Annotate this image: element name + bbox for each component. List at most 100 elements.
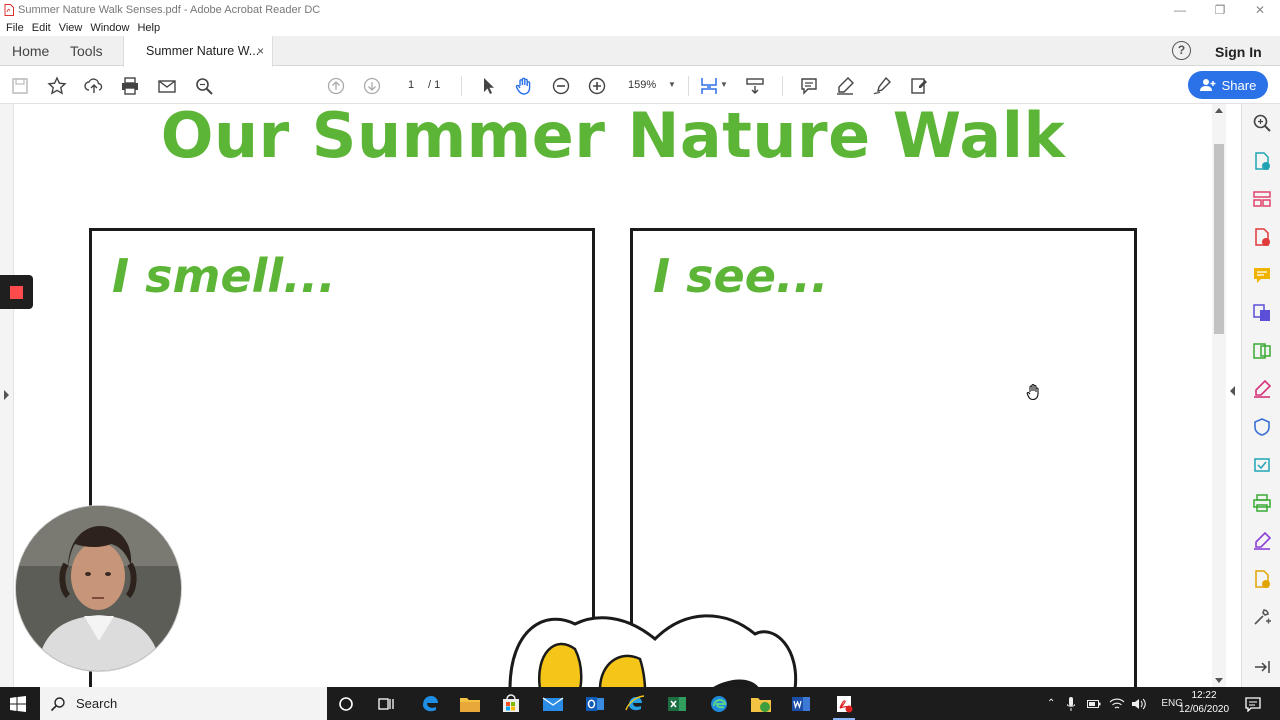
vertical-scrollbar[interactable] <box>1212 104 1226 687</box>
clock[interactable]: 12:22 12/06/2020 <box>1178 689 1230 717</box>
help-icon[interactable]: ? <box>1172 41 1191 60</box>
collapse-right-panel-icon[interactable] <box>1230 386 1235 396</box>
left-nav-strip <box>0 104 14 687</box>
organize-pages-icon[interactable] <box>1251 188 1273 210</box>
windows-taskbar: Search ⌃ ENG 12:22 12/06/2020 <box>0 687 1280 720</box>
clock-date: 12/06/2020 <box>1178 704 1230 715</box>
tab-tools[interactable]: Tools <box>70 36 103 66</box>
restore-icon[interactable]: ❐ <box>1200 0 1240 20</box>
search-zoom-icon[interactable] <box>1251 112 1273 134</box>
see-label: I see... <box>653 249 829 303</box>
ie-icon[interactable] <box>623 692 647 716</box>
fit-page-dropdown-icon[interactable]: ▼ <box>720 80 728 89</box>
sign-in-button[interactable]: Sign In <box>1215 36 1262 66</box>
tab-home[interactable]: Home <box>12 36 49 66</box>
export-pdf-icon[interactable] <box>1251 226 1273 248</box>
edge-icon[interactable] <box>707 692 731 716</box>
sign-tool-icon[interactable] <box>1251 530 1273 552</box>
file-explorer-icon[interactable] <box>458 692 482 716</box>
tab-bar: Home Tools Summer Nature W... × ? Sign I… <box>0 36 1280 67</box>
scroll-thumb[interactable] <box>1214 144 1224 334</box>
microphone-icon[interactable] <box>1067 696 1076 711</box>
comment-tool-icon[interactable] <box>1251 264 1273 286</box>
expand-left-panel-icon[interactable] <box>4 390 9 400</box>
clock-time: 12:22 <box>1191 690 1217 701</box>
customize-icon[interactable] <box>1251 606 1273 628</box>
fit-page-icon[interactable] <box>697 74 721 98</box>
scroll-mode-icon[interactable] <box>743 74 767 98</box>
add-person-icon <box>1199 79 1216 91</box>
scroll-down-icon[interactable] <box>1215 678 1223 683</box>
zoom-out-icon[interactable] <box>549 74 573 98</box>
protect-icon[interactable] <box>1251 416 1273 438</box>
windows-start-icon[interactable] <box>10 696 26 712</box>
fill-sign-tool-icon[interactable] <box>1251 378 1273 400</box>
record-stop-button[interactable] <box>0 275 33 309</box>
zoom-level[interactable]: 159% <box>628 76 656 94</box>
wifi-icon[interactable] <box>1109 697 1125 711</box>
toolbar-divider <box>688 76 689 96</box>
menu-file[interactable]: File <box>6 22 24 34</box>
menu-bar: File Edit View Window Help <box>0 20 1280 36</box>
menu-window[interactable]: Window <box>90 22 129 34</box>
tray-expand-icon[interactable]: ⌃ <box>1047 698 1055 709</box>
upload-icon[interactable] <box>82 74 106 98</box>
acrobat-icon[interactable] <box>832 692 856 716</box>
battery-icon[interactable] <box>1087 699 1101 709</box>
scroll-up-icon[interactable] <box>1215 108 1223 113</box>
print-production-icon[interactable] <box>1251 492 1273 514</box>
store-icon[interactable] <box>499 692 523 716</box>
comment-icon[interactable] <box>797 74 821 98</box>
edit-pdf-icon[interactable] <box>1251 340 1273 362</box>
select-cursor-icon[interactable] <box>476 74 500 98</box>
create-pdf-icon[interactable] <box>1251 150 1273 172</box>
tab-close-icon[interactable]: × <box>257 36 264 66</box>
explorer-share-icon[interactable] <box>749 692 773 716</box>
title-bar: Summer Nature Walk Senses.pdf - Adobe Ac… <box>0 0 1280 20</box>
menu-view[interactable]: View <box>59 22 83 34</box>
word-icon[interactable] <box>789 692 813 716</box>
combine-files-icon[interactable] <box>1251 302 1273 324</box>
page-number-input[interactable]: 1 <box>398 76 424 94</box>
page-total: / 1 <box>428 79 441 91</box>
sign-icon[interactable] <box>870 74 894 98</box>
toolbar-divider <box>461 76 462 96</box>
taskbar-search-box[interactable]: Search <box>40 687 327 720</box>
volume-icon[interactable] <box>1131 697 1147 711</box>
notifications-icon[interactable] <box>1245 696 1261 712</box>
task-view-icon[interactable] <box>374 692 398 716</box>
send-for-review-icon[interactable] <box>1251 454 1273 476</box>
edge-legacy-icon[interactable] <box>418 692 442 716</box>
find-icon[interactable] <box>192 74 216 98</box>
close-icon[interactable]: ✕ <box>1240 0 1280 20</box>
zoom-in-icon[interactable] <box>585 74 609 98</box>
window-title: Summer Nature Walk Senses.pdf - Adobe Ac… <box>18 4 321 16</box>
bookmark-star-icon[interactable] <box>45 74 69 98</box>
zoom-dropdown-icon[interactable]: ▼ <box>668 76 676 94</box>
pdf-file-icon <box>4 4 14 16</box>
flower-illustration <box>508 614 798 687</box>
document-viewport[interactable]: Our Summer Nature Walk I smell... I see.… <box>0 104 1241 687</box>
excel-icon[interactable] <box>665 692 689 716</box>
print-icon[interactable] <box>118 74 142 98</box>
page-down-icon[interactable] <box>360 74 384 98</box>
email-icon[interactable] <box>155 74 179 98</box>
fill-sign-icon[interactable] <box>907 74 931 98</box>
collapse-panel-icon[interactable] <box>1251 656 1273 678</box>
more-tools-icon[interactable] <box>1251 568 1273 590</box>
save-icon[interactable] <box>8 74 32 98</box>
cortana-icon[interactable] <box>334 692 358 716</box>
mail-icon[interactable] <box>541 692 565 716</box>
tab-document[interactable]: Summer Nature W... × <box>123 36 273 67</box>
minimize-icon[interactable]: — <box>1160 0 1200 20</box>
tab-document-label: Summer Nature W... <box>146 44 260 58</box>
menu-help[interactable]: Help <box>137 22 160 34</box>
window-controls: — ❐ ✕ <box>1160 0 1280 20</box>
page-up-icon[interactable] <box>324 74 348 98</box>
share-button[interactable]: Share <box>1188 71 1268 99</box>
smell-label: I smell... <box>112 249 336 303</box>
menu-edit[interactable]: Edit <box>32 22 51 34</box>
outlook-icon[interactable] <box>583 692 607 716</box>
highlight-icon[interactable] <box>833 74 857 98</box>
hand-icon[interactable] <box>512 74 536 98</box>
